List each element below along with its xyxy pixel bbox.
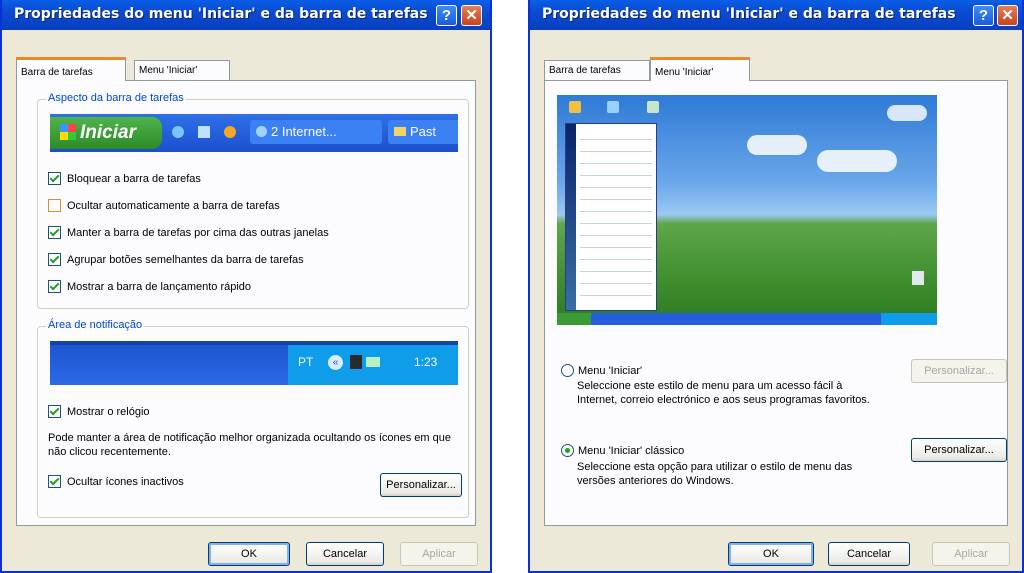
checkbox-label: Ocultar automaticamente a barra de taref… <box>67 199 280 212</box>
window-title: Propriedades do menu 'Iniciar' e da barr… <box>542 6 956 22</box>
cloud-shape <box>887 105 927 121</box>
group-title: Aspecto da barra de tarefas <box>46 92 186 104</box>
start-menu-properties-window: Propriedades do menu 'Iniciar' e da barr… <box>528 0 1024 573</box>
close-button[interactable]: ✕ <box>461 5 482 26</box>
title-bar[interactable]: Propriedades do menu 'Iniciar' e da barr… <box>2 0 490 30</box>
outlook-quicklaunch-icon <box>198 126 210 138</box>
quick-launch-checkbox[interactable]: Mostrar a barra de lançamento rápido <box>48 280 251 293</box>
cancel-button[interactable]: Cancelar <box>306 542 384 566</box>
checkbox-box[interactable] <box>48 405 61 418</box>
tab-start-menu[interactable]: Menu 'Iniciar' <box>650 57 750 81</box>
language-indicator: PT <box>298 355 314 369</box>
lock-taskbar-checkbox[interactable]: Bloquear a barra de tarefas <box>48 172 201 185</box>
start-button-preview: Iniciar <box>50 117 162 149</box>
taskbar-task-internet: 2 Internet... <box>250 120 382 144</box>
checkbox-box[interactable] <box>48 199 61 212</box>
tab-panel: Aspecto da barra de tarefas Iniciar 2 In… <box>16 80 476 526</box>
window-title: Propriedades do menu 'Iniciar' e da barr… <box>14 6 428 22</box>
keep-on-top-checkbox[interactable]: Manter a barra de tarefas por cima das o… <box>48 226 329 239</box>
taskbar-preview: Iniciar 2 Internet... Past <box>50 114 458 152</box>
hide-inactive-icons-checkbox[interactable]: Ocultar ícones inactivos <box>48 475 184 488</box>
checkbox-label: Mostrar o relógio <box>67 405 150 418</box>
checkbox-box[interactable] <box>48 475 61 488</box>
radio-dot[interactable] <box>561 364 574 377</box>
classic-start-menu-radio[interactable]: Menu 'Iniciar' clássico <box>561 444 684 457</box>
apply-button[interactable]: Aplicar <box>932 542 1010 566</box>
checkbox-label: Mostrar a barra de lançamento rápido <box>67 280 252 293</box>
radio-label: Menu 'Iniciar' clássico <box>578 444 685 457</box>
tab-taskbar[interactable]: Barra de tarefas <box>544 60 650 80</box>
desktop-icon <box>569 101 581 113</box>
autohide-taskbar-checkbox[interactable]: Ocultar automaticamente a barra de taref… <box>48 199 280 212</box>
checkbox-label: Agrupar botões semelhantes da barra de t… <box>67 253 304 266</box>
checkbox-box[interactable] <box>48 253 61 266</box>
checkbox-label: Ocultar ícones inactivos <box>67 475 184 488</box>
help-button[interactable]: ? <box>973 5 994 26</box>
show-clock-checkbox[interactable]: Mostrar o relógio <box>48 405 150 418</box>
notification-area-group: Área de notificação PT « 1:23 Mostrar o … <box>37 319 469 518</box>
ok-button[interactable]: OK <box>208 542 290 566</box>
radio-label: Menu 'Iniciar' <box>578 364 643 377</box>
customize-start-menu-button[interactable]: Personalizar... <box>911 359 1007 383</box>
volume-icon <box>366 357 380 367</box>
preview-start-button <box>557 313 591 325</box>
checkbox-box[interactable] <box>48 172 61 185</box>
start-menu-panel <box>565 123 657 311</box>
cloud-shape <box>747 135 807 155</box>
start-menu-preview <box>557 95 937 325</box>
start-menu-left-band <box>566 124 576 310</box>
start-menu-radio[interactable]: Menu 'Iniciar' <box>561 364 642 377</box>
desktop-icon <box>647 101 659 113</box>
checkbox-label: Manter a barra de tarefas por cima das o… <box>67 226 329 239</box>
windows-flag-icon <box>60 124 76 140</box>
help-button[interactable]: ? <box>436 5 457 26</box>
tab-taskbar[interactable]: Barra de tarefas <box>16 57 126 81</box>
taskbar-task-folder: Past <box>388 120 458 144</box>
taskbar-properties-window: Propriedades do menu 'Iniciar' e da barr… <box>0 0 492 573</box>
tab-panel: Menu 'Iniciar' Seleccione este estilo de… <box>544 80 1008 526</box>
customize-notification-button[interactable]: Personalizar... <box>380 473 462 497</box>
group-buttons-checkbox[interactable]: Agrupar botões semelhantes da barra de t… <box>48 253 304 266</box>
notification-info-text: Pode manter a área de notificação melhor… <box>48 432 451 458</box>
expand-arrow-icon: « <box>328 355 343 370</box>
title-bar[interactable]: Propriedades do menu 'Iniciar' e da barr… <box>530 0 1022 30</box>
cloud-shape <box>817 150 897 172</box>
group-title: Área de notificação <box>46 319 145 331</box>
checkbox-label: Bloquear a barra de tarefas <box>67 172 201 185</box>
ie-quicklaunch-icon <box>172 126 184 138</box>
desktop-icon <box>607 101 619 113</box>
cancel-button[interactable]: Cancelar <box>828 542 910 566</box>
tab-start-menu[interactable]: Menu 'Iniciar' <box>134 60 230 80</box>
ok-button[interactable]: OK <box>728 542 814 566</box>
classic-start-menu-description: Seleccione esta opção para utilizar o es… <box>577 461 853 487</box>
start-menu-items <box>580 128 652 306</box>
preview-tray <box>881 313 937 325</box>
start-label: Iniciar <box>80 122 136 143</box>
ie-icon <box>256 126 267 137</box>
task-label: Past <box>410 124 437 139</box>
clock-label: 1:23 <box>414 355 438 369</box>
checkbox-box[interactable] <box>48 226 61 239</box>
recycle-bin-icon <box>912 271 924 285</box>
taskbar-appearance-group: Aspecto da barra de tarefas Iniciar 2 In… <box>37 92 469 309</box>
media-quicklaunch-icon <box>224 126 236 138</box>
customize-classic-menu-button[interactable]: Personalizar... <box>911 438 1007 462</box>
preview-taskbar <box>557 313 937 325</box>
task-label: 2 Internet... <box>271 124 337 139</box>
folder-icon <box>394 127 406 136</box>
close-button[interactable]: ✕ <box>997 5 1018 26</box>
radio-dot[interactable] <box>561 444 574 457</box>
notification-preview: PT « 1:23 <box>50 341 458 385</box>
network-icon <box>350 355 362 369</box>
checkbox-box[interactable] <box>48 280 61 293</box>
start-menu-description: Seleccione este estilo de menu para um a… <box>577 380 870 406</box>
apply-button[interactable]: Aplicar <box>400 542 478 566</box>
